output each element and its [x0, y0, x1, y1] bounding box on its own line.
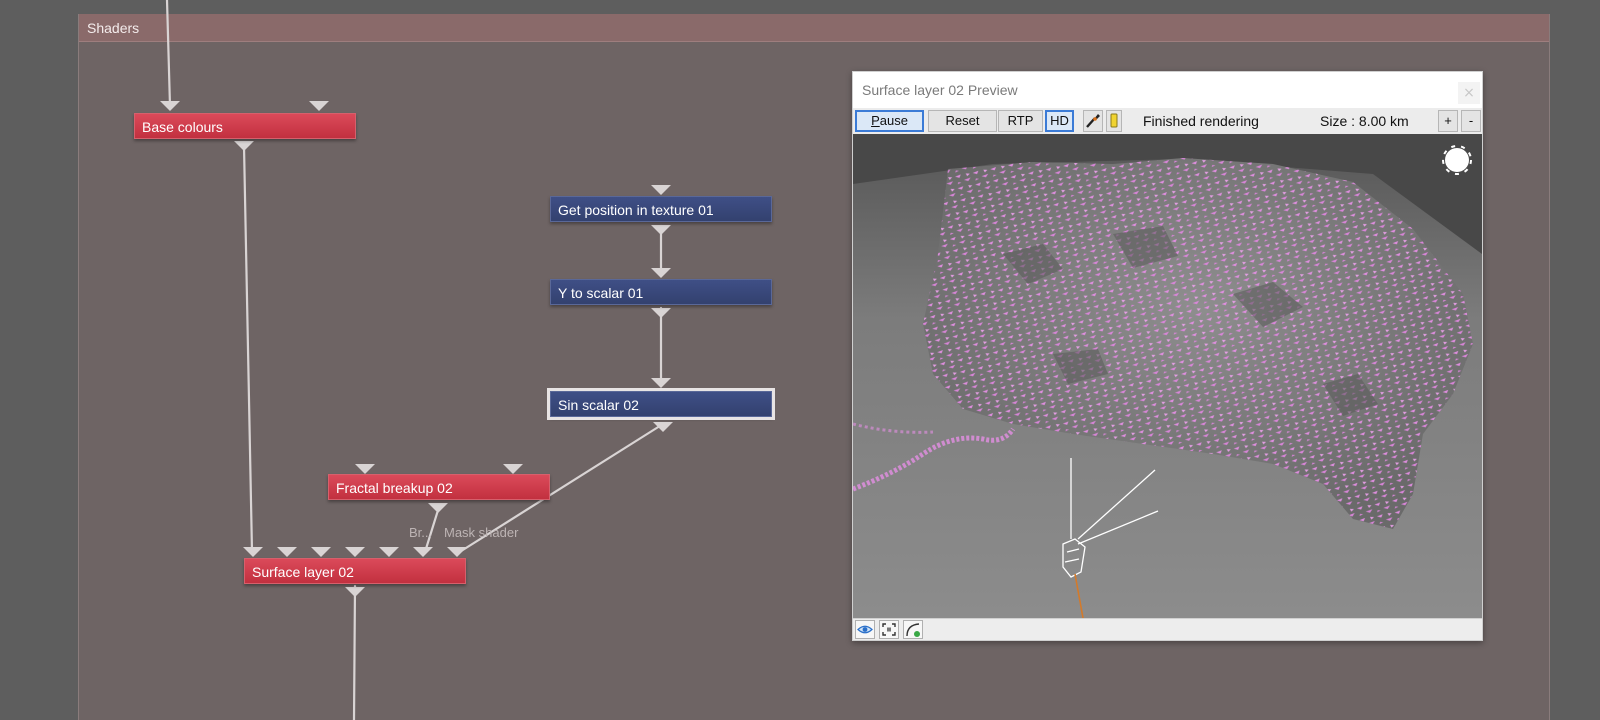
node-sin-scalar[interactable]: Sin scalar 02 [547, 388, 775, 420]
pause-button[interactable]: Pause [855, 110, 924, 132]
size-readout: Size : 8.00 km [1320, 113, 1409, 129]
node-get-position-in-texture[interactable]: Get position in texture 01 [550, 196, 772, 222]
zoom-in-button[interactable]: + [1438, 110, 1458, 132]
curve-icon[interactable] [903, 620, 923, 639]
rtp-button[interactable]: RTP [998, 110, 1043, 132]
terrain-render [853, 134, 1482, 618]
node-label: Y to scalar 01 [558, 285, 644, 301]
render-status: Finished rendering [1143, 113, 1259, 129]
node-label: Sin scalar 02 [558, 397, 639, 413]
pause-mnemonic: P [871, 113, 880, 128]
light-bulb-icon[interactable] [1106, 110, 1122, 132]
panel-header: Shaders [79, 14, 1549, 42]
edge-label-mask-shader: Mask shader [444, 525, 519, 540]
reset-button[interactable]: Reset [928, 110, 997, 132]
render-viewport[interactable] [853, 134, 1482, 618]
frame-icon[interactable] [879, 620, 899, 639]
preview-window[interactable]: Surface layer 02 Preview × Pause Reset R… [852, 71, 1483, 641]
eye-icon[interactable] [855, 620, 875, 639]
preview-title: Surface layer 02 Preview [862, 82, 1018, 98]
close-icon[interactable]: × [1458, 82, 1480, 104]
hd-button[interactable]: HD [1045, 110, 1074, 132]
node-label: Get position in texture 01 [558, 202, 714, 218]
node-y-to-scalar[interactable]: Y to scalar 01 [550, 279, 772, 305]
node-surface-layer[interactable]: Surface layer 02 [244, 558, 466, 584]
zoom-out-button[interactable]: - [1461, 110, 1481, 132]
preview-titlebar[interactable]: Surface layer 02 Preview × [853, 72, 1482, 108]
node-base-colours[interactable]: Base colours [134, 113, 356, 139]
pause-label: ause [879, 113, 908, 128]
node-label: Fractal breakup 02 [336, 480, 453, 496]
panel-title: Shaders [87, 20, 140, 36]
node-label: Surface layer 02 [252, 564, 354, 580]
edge-label-breakup: Br... [409, 525, 433, 540]
node-fractal-breakup[interactable]: Fractal breakup 02 [328, 474, 550, 500]
paint-brush-icon[interactable] [1083, 110, 1103, 132]
node-label: Base colours [142, 119, 223, 135]
preview-toolbar: Pause Reset RTP HD Finished rendering Si… [853, 108, 1482, 134]
preview-bottombar [853, 618, 1482, 640]
